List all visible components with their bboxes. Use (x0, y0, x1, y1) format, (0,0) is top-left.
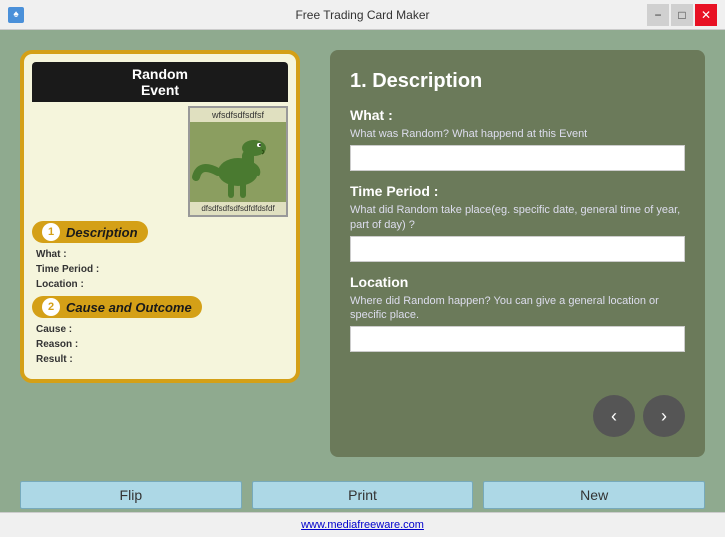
card-header: RandomEvent (32, 62, 288, 102)
card-field-location: Location : (32, 277, 288, 292)
bottom-bar: Flip Print New (0, 477, 725, 512)
close-button[interactable]: ✕ (695, 4, 717, 26)
time-period-input[interactable] (350, 236, 685, 262)
location-label: Location (350, 274, 685, 290)
next-button[interactable]: › (643, 395, 685, 437)
section1-number: 1 (42, 223, 60, 241)
what-group: What : What was Random? What happend at … (350, 107, 685, 171)
flip-button[interactable]: Flip (20, 481, 242, 509)
title-controls: − □ ✕ (647, 4, 717, 26)
description-heading: 1. Description (350, 70, 685, 93)
card-section-1: 1 Description What : Time Period : Locat… (32, 221, 288, 292)
location-input[interactable] (350, 326, 685, 352)
time-period-label: Time Period : (350, 183, 685, 199)
nav-buttons: ‹ › (350, 395, 685, 437)
title-bar: ♠ Free Trading Card Maker − □ ✕ (0, 0, 725, 30)
location-description: Where did Random happen? You can give a … (350, 294, 685, 323)
card-field-what: What : (32, 247, 288, 262)
card-field-reason: Reason : (32, 337, 288, 352)
card-field-result: Result : (32, 352, 288, 367)
what-input[interactable] (350, 145, 685, 171)
card-field-cause: Cause : (32, 322, 288, 337)
app-icon: ♠ (8, 7, 24, 23)
minimize-button[interactable]: − (647, 4, 669, 26)
footer: www.mediafreeware.com (0, 512, 725, 537)
card-image-area: wfsdfsdfsdfsf (32, 106, 288, 217)
section1-title: Description (66, 225, 138, 240)
card-image-label-top: wfsdfsdfsdfsf (190, 108, 286, 122)
section2-number: 2 (42, 298, 60, 316)
card-image-label-bottom: dfsdfsdfsdfsdfdfdsfdf (190, 202, 286, 215)
right-panel: 1. Description What : What was Random? W… (330, 50, 705, 457)
prev-button[interactable]: ‹ (593, 395, 635, 437)
card-panel: RandomEvent wfsdfsdfsdfsf (20, 50, 310, 457)
footer-link[interactable]: www.mediafreeware.com (301, 519, 424, 531)
card-field-timeperiod: Time Period : (32, 262, 288, 277)
location-group: Location Where did Random happen? You ca… (350, 274, 685, 353)
section1-badge: 1 Description (32, 221, 148, 243)
section2-title: Cause and Outcome (66, 300, 192, 315)
trading-card: RandomEvent wfsdfsdfsdfsf (20, 50, 300, 383)
what-label: What : (350, 107, 685, 123)
card-section-2: 2 Cause and Outcome Cause : Reason : Res… (32, 296, 288, 367)
section2-badge: 2 Cause and Outcome (32, 296, 202, 318)
print-button[interactable]: Print (252, 481, 474, 509)
what-description: What was Random? What happend at this Ev… (350, 127, 685, 141)
new-button[interactable]: New (483, 481, 705, 509)
window-title: Free Trading Card Maker (295, 8, 429, 22)
title-bar-left: ♠ (8, 7, 24, 23)
time-period-description: What did Random take place(eg. specific … (350, 203, 685, 232)
main-content: RandomEvent wfsdfsdfsdfsf (0, 30, 725, 477)
maximize-button[interactable]: □ (671, 4, 693, 26)
time-period-group: Time Period : What did Random take place… (350, 183, 685, 262)
dino-image (190, 122, 286, 202)
card-image-container: wfsdfsdfsdfsf (188, 106, 288, 217)
